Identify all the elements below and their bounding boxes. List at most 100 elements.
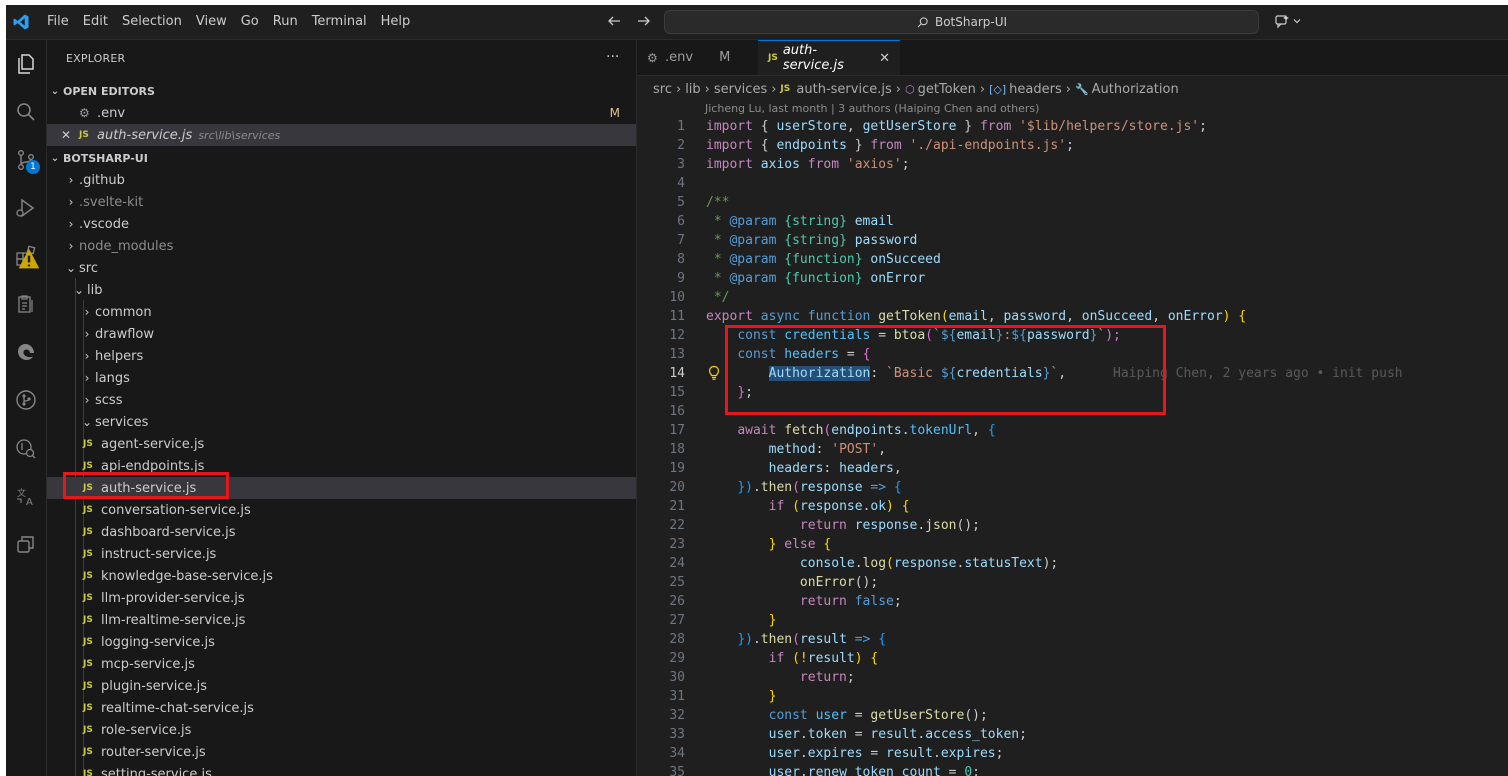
- menu-view[interactable]: View: [189, 11, 234, 33]
- code-line[interactable]: 30 return;: [637, 668, 1508, 687]
- code-line[interactable]: 17 await fetch(endpoints.tokenUrl, {: [637, 421, 1508, 440]
- tree-file-llm-realtime-service[interactable]: JS llm-realtime-service.js: [47, 609, 636, 631]
- explorer-button[interactable]: [10, 48, 42, 80]
- tree-file-role-service[interactable]: JS role-service.js: [47, 719, 636, 741]
- tree-file-agent-service[interactable]: JS agent-service.js: [47, 433, 636, 455]
- code-line[interactable]: 26 return false;: [637, 592, 1508, 611]
- tree-file-router-service[interactable]: JS router-service.js: [47, 741, 636, 763]
- tree-file-instruct-service[interactable]: JS instruct-service.js: [47, 543, 636, 565]
- back-arrow-icon[interactable]: [606, 13, 622, 29]
- run-debug-button[interactable]: [10, 192, 42, 224]
- code-line[interactable]: 23 } else {: [637, 535, 1508, 554]
- breadcrumb-function[interactable]: getToken: [918, 82, 976, 97]
- breadcrumb-src[interactable]: src: [653, 82, 672, 97]
- menu-go[interactable]: Go: [234, 11, 266, 33]
- tab-auth-service[interactable]: JS auth-service.js ✕: [758, 40, 900, 75]
- tree-folder-vscode[interactable]: › .vscode: [47, 213, 636, 235]
- close-icon[interactable]: ✕: [59, 128, 73, 142]
- tree-file-llm-provider-service[interactable]: JS llm-provider-service.js: [47, 587, 636, 609]
- breadcrumb-variable[interactable]: headers: [1009, 82, 1062, 97]
- menu-help[interactable]: Help: [374, 11, 418, 33]
- tree-folder-drawflow[interactable]: › drawflow: [47, 323, 636, 345]
- code-line[interactable]: 21 if (response.ok) {: [637, 497, 1508, 516]
- command-center-search[interactable]: BotSharp-UI: [664, 10, 1259, 34]
- code-line[interactable]: 7 * @param {string} password: [637, 231, 1508, 250]
- close-icon[interactable]: ✕: [879, 51, 890, 66]
- tree-folder-helpers[interactable]: › helpers: [47, 345, 636, 367]
- code-line[interactable]: 29 if (!result) {: [637, 649, 1508, 668]
- code-line[interactable]: 2 import { endpoints } from './api-endpoi…: [637, 136, 1508, 155]
- code-line[interactable]: 9 * @param {function} onError: [637, 269, 1508, 288]
- code-line[interactable]: 4: [637, 174, 1508, 193]
- open-editors-header[interactable]: ⌄ OPEN EDITORS: [47, 80, 636, 102]
- tree-file-plugin-service[interactable]: JS plugin-service.js: [47, 675, 636, 697]
- tree-file-mcp-service[interactable]: JS mcp-service.js: [47, 653, 636, 675]
- tree-file-setting-service[interactable]: JS setting-service.js: [47, 763, 636, 776]
- code-line[interactable]: 1 import { userStore, getUserStore } from…: [637, 117, 1508, 136]
- code-text: * @param {string} password: [706, 231, 918, 250]
- edge-devtools-button[interactable]: [10, 336, 42, 368]
- code-line[interactable]: 19 headers: headers,: [637, 459, 1508, 478]
- tree-folder-langs[interactable]: › langs: [47, 367, 636, 389]
- code-line[interactable]: 11 export async function getToken(email, …: [637, 307, 1508, 326]
- menu-file[interactable]: File: [40, 11, 76, 33]
- tree-file-realtime-chat-service[interactable]: JS realtime-chat-service.js: [47, 697, 636, 719]
- project-header[interactable]: ⌄ BOTSHARP-UI: [47, 147, 636, 169]
- search-view-button[interactable]: [10, 96, 42, 128]
- menu-selection[interactable]: Selection: [115, 11, 189, 33]
- open-editor-auth-service[interactable]: ✕ JS auth-service.js src\lib\services: [47, 124, 636, 146]
- codelens-blame[interactable]: Jicheng Lu, last month | 3 authors (Haip…: [705, 102, 1039, 115]
- code-line[interactable]: 24 console.log(response.statusText);: [637, 554, 1508, 573]
- breadcrumb-services[interactable]: services: [714, 82, 767, 97]
- tree-folder-lib[interactable]: ⌄ lib: [47, 279, 636, 301]
- code-line[interactable]: 3 import axios from 'axios';: [637, 155, 1508, 174]
- code-line[interactable]: 33 user.token = result.access_token;: [637, 725, 1508, 744]
- testing-button[interactable]: [10, 288, 42, 320]
- menu-edit[interactable]: Edit: [76, 11, 115, 33]
- breadcrumb-file[interactable]: auth-service.js: [796, 82, 891, 97]
- tab-env[interactable]: ⚙ .env M: [637, 40, 757, 75]
- code-line[interactable]: 6 * @param {string} email: [637, 212, 1508, 231]
- containers-button[interactable]: [10, 528, 42, 560]
- breadcrumb-lib[interactable]: lib: [685, 82, 700, 97]
- tree-folder-src[interactable]: ⌄ src: [47, 257, 636, 279]
- git-graph-button[interactable]: [10, 384, 42, 416]
- vscode-logo-icon: [13, 14, 29, 30]
- tree-file-logging-service[interactable]: JS logging-service.js: [47, 631, 636, 653]
- code-line[interactable]: 25 onError();: [637, 573, 1508, 592]
- tree-folder-github[interactable]: › .github: [47, 169, 636, 191]
- tree-folder-common[interactable]: › common: [47, 301, 636, 323]
- tree-folder-node-modules[interactable]: › node_modules: [47, 235, 636, 257]
- code-line[interactable]: 5 /**: [637, 193, 1508, 212]
- tree-file-dashboard-service[interactable]: JS dashboard-service.js: [47, 521, 636, 543]
- code-line[interactable]: 8 * @param {function} onSucceed: [637, 250, 1508, 269]
- translate-button[interactable]: 文A: [10, 480, 42, 512]
- code-line[interactable]: 18 method: 'POST',: [637, 440, 1508, 459]
- code-line[interactable]: 28 }).then(result => {: [637, 630, 1508, 649]
- code-text: user.expires = result.expires;: [706, 744, 1004, 763]
- code-line[interactable]: 27 }: [637, 611, 1508, 630]
- menu-terminal[interactable]: Terminal: [305, 11, 374, 33]
- remote-explorer-button[interactable]: [10, 432, 42, 464]
- code-line[interactable]: 20 }).then(response => {: [637, 478, 1508, 497]
- menu-run[interactable]: Run: [266, 11, 305, 33]
- code-line[interactable]: 35 user.renew_token_count = 0;: [637, 763, 1508, 776]
- breadcrumb-property[interactable]: Authorization: [1092, 82, 1179, 97]
- forward-arrow-icon[interactable]: [636, 13, 652, 29]
- tree-folder-svelte-kit[interactable]: › .svelte-kit: [47, 191, 636, 213]
- open-editor-env[interactable]: ⚙ .env M: [47, 102, 636, 124]
- source-control-button[interactable]: 1: [10, 144, 42, 176]
- code-line[interactable]: 32 const user = getUserStore();: [637, 706, 1508, 725]
- tree-folder-services[interactable]: ⌄ services: [47, 411, 636, 433]
- tree-file-conversation-service[interactable]: JS conversation-service.js: [47, 499, 636, 521]
- lightbulb-icon[interactable]: [707, 365, 721, 381]
- code-line[interactable]: 34 user.expires = result.expires;: [637, 744, 1508, 763]
- tree-folder-scss[interactable]: › scss: [47, 389, 636, 411]
- code-line[interactable]: 22 return response.json();: [637, 516, 1508, 535]
- extensions-button[interactable]: [10, 240, 42, 272]
- copilot-chat-button[interactable]: [1274, 13, 1302, 29]
- code-line[interactable]: 31 }: [637, 687, 1508, 706]
- code-line[interactable]: 10 */: [637, 288, 1508, 307]
- more-actions-button[interactable]: ···: [606, 49, 619, 65]
- tree-file-knowledge-base-service[interactable]: JS knowledge-base-service.js: [47, 565, 636, 587]
